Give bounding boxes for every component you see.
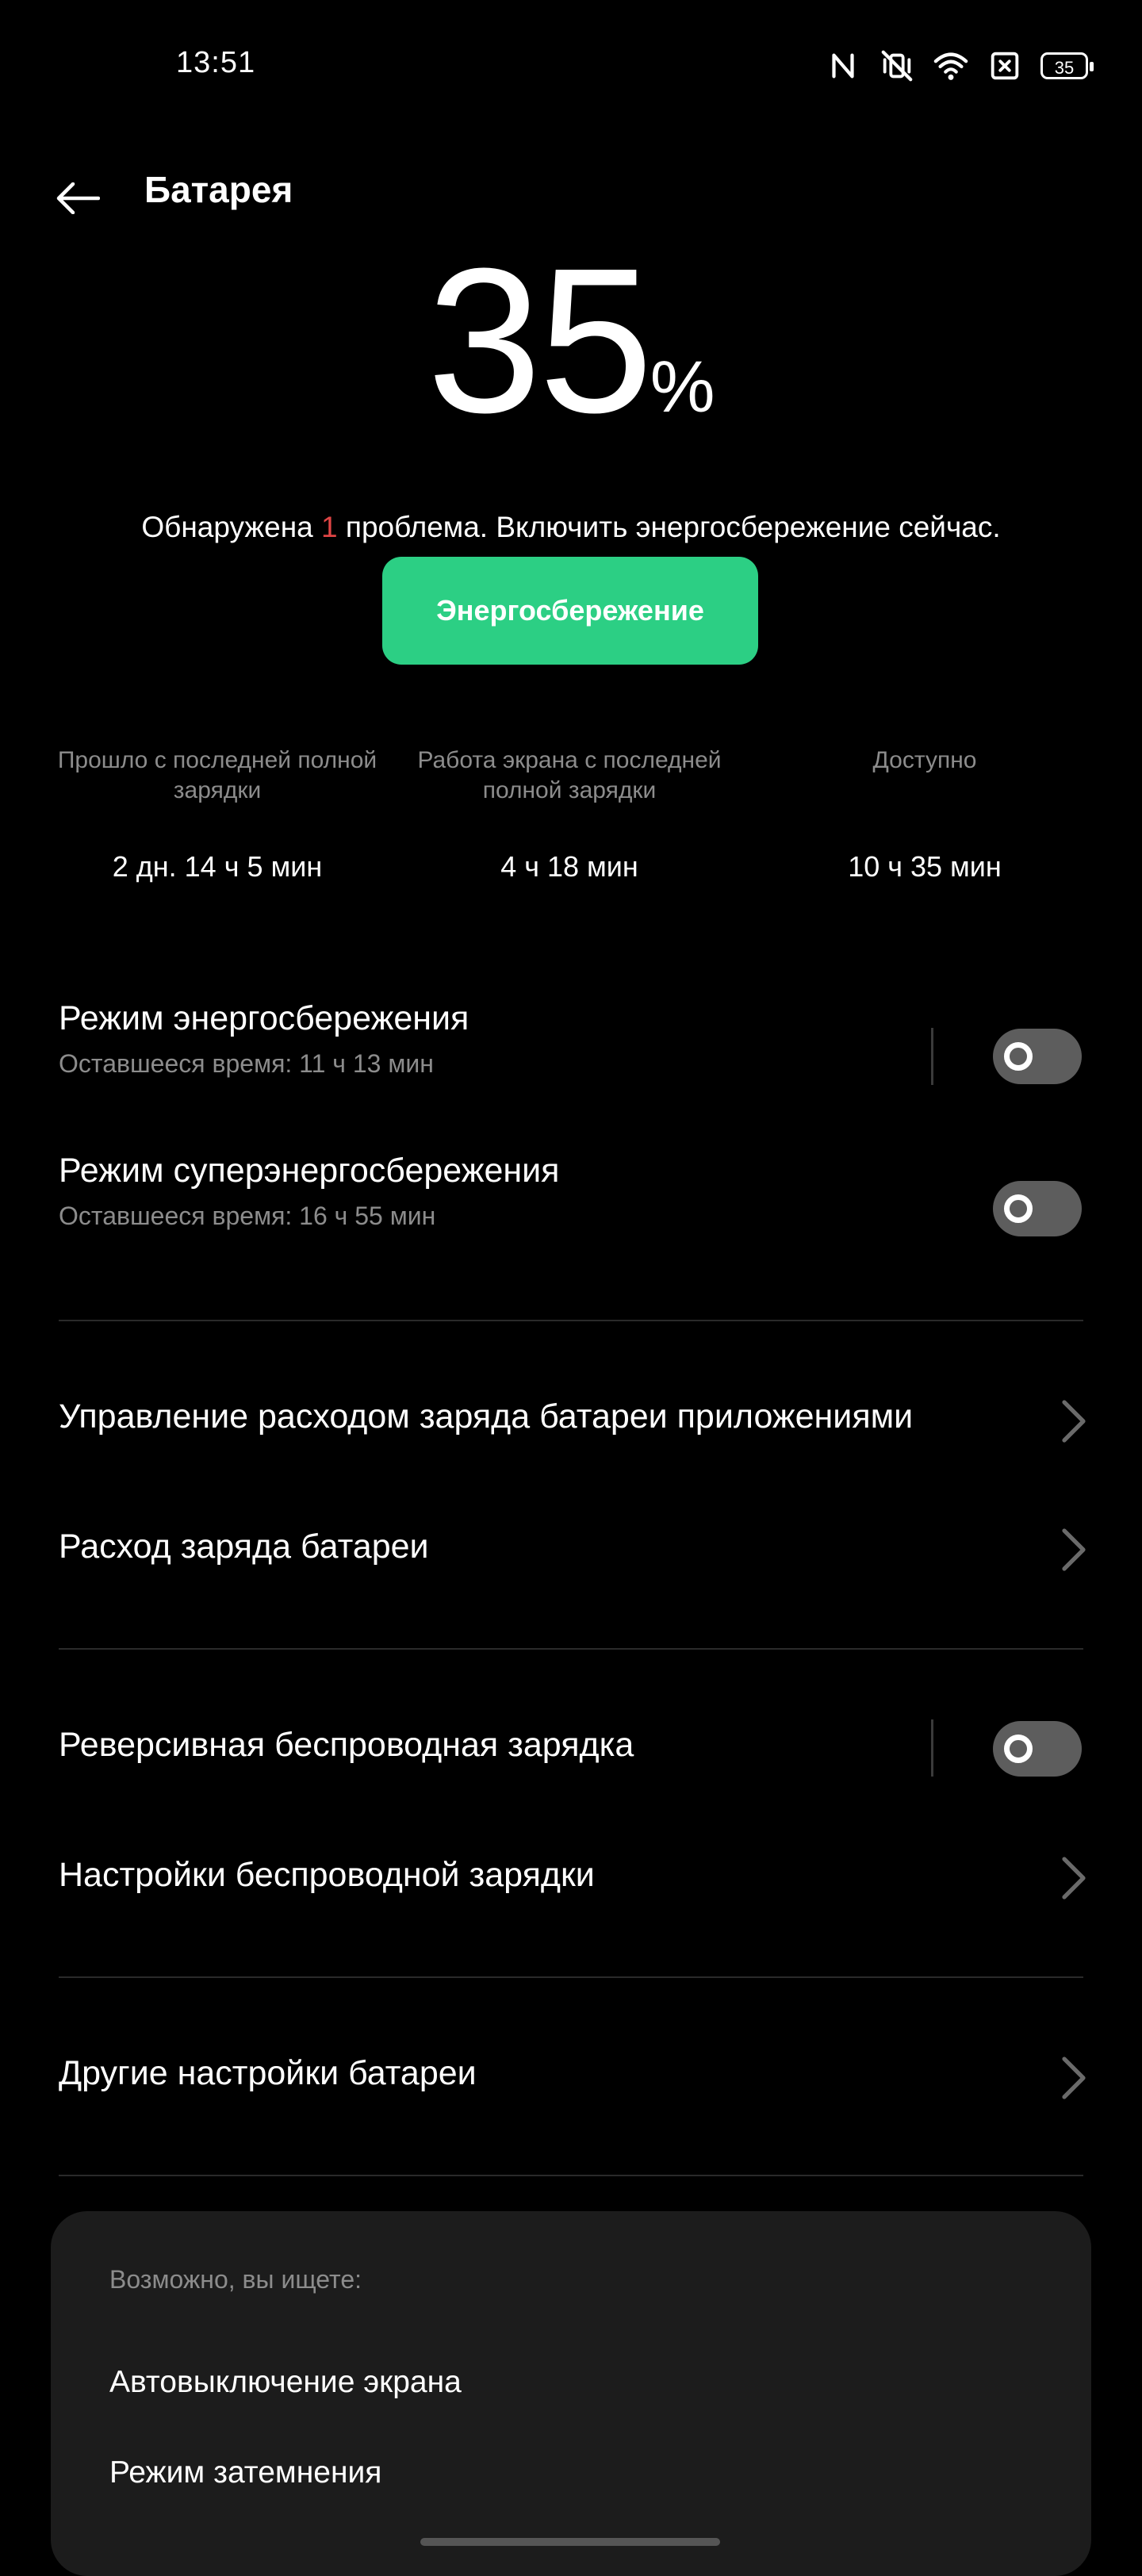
row-title: Расход заряда батареи <box>59 1528 429 1566</box>
row-title: Управление расходом заряда батареи прило… <box>59 1397 914 1436</box>
back-button[interactable] <box>46 167 109 230</box>
battery-icon: 35 <box>1040 52 1094 79</box>
problem-message: Обнаружена 1 проблема. Включить энергосб… <box>0 511 1142 544</box>
chevron-right-icon <box>1062 1528 1086 1571</box>
stat-available: Доступно 10 ч 35 мин <box>758 746 1091 884</box>
row-title: Другие настройки батареи <box>59 2054 477 2092</box>
other-battery-settings-row[interactable]: Другие настройки батареи <box>59 2054 1090 2102</box>
chevron-right-icon <box>1062 1857 1086 1899</box>
toggle-knob <box>1004 1194 1033 1223</box>
row-subtitle: Оставшееся время: 11 ч 13 мин <box>59 1049 434 1078</box>
toggle-knob <box>1004 1042 1033 1071</box>
toggle-knob <box>1004 1735 1033 1763</box>
row-divider <box>931 1028 933 1085</box>
row-divider <box>931 1719 933 1777</box>
nfc-icon <box>832 53 854 79</box>
suggestion-screen-timeout[interactable]: Автовыключение экрана <box>109 2365 462 2400</box>
home-indicator[interactable] <box>420 2538 720 2546</box>
super-power-saving-toggle[interactable] <box>993 1181 1082 1236</box>
power-saving-mode-toggle[interactable] <box>993 1029 1082 1084</box>
battery-percent: 35% <box>0 238 1142 444</box>
section-divider <box>59 1648 1083 1650</box>
stat-label: Доступно <box>872 747 977 773</box>
wireless-charging-settings-row[interactable]: Настройки беспроводной зарядки <box>59 1856 1090 1903</box>
suggestion-dimming-mode[interactable]: Режим затемнения <box>109 2455 381 2490</box>
row-title: Режим суперэнергосбережения <box>59 1152 560 1190</box>
stat-value: 2 дн. 14 ч 5 мин <box>112 850 323 883</box>
reverse-wireless-charging-row[interactable]: Реверсивная беспроводная зарядка <box>59 1726 915 1773</box>
wifi-icon <box>933 52 968 80</box>
no-sim-icon <box>991 52 1019 80</box>
row-title: Реверсивная беспроводная зарядка <box>59 1726 634 1764</box>
back-arrow-icon <box>56 182 100 214</box>
chevron-right-icon <box>1062 1400 1086 1443</box>
section-divider <box>59 1320 1083 1321</box>
stat-label: Работа экрана с последней полной зарядки <box>417 747 722 803</box>
reverse-wireless-charging-toggle[interactable] <box>993 1721 1082 1777</box>
suggestions-heading: Возможно, вы ищете: <box>109 2265 362 2294</box>
stat-screen-time: Работа экрана с последней полной зарядки… <box>403 746 736 884</box>
app-battery-management-row[interactable]: Управление расходом заряда батареи прило… <box>59 1397 1090 1445</box>
status-icons: 35 <box>825 46 1094 86</box>
problem-suffix: проблема. Включить энергосбережение сейч… <box>337 511 1001 543</box>
stat-since-full-charge: Прошло с последней полной зарядки 2 дн. … <box>51 746 384 884</box>
section-divider <box>59 2175 1083 2176</box>
section-divider <box>59 1976 1083 1978</box>
problem-prefix: Обнаружена <box>141 511 322 543</box>
row-subtitle: Оставшееся время: 16 ч 55 мин <box>59 1202 436 1230</box>
battery-percent-sign: % <box>650 347 715 427</box>
stat-value: 10 ч 35 мин <box>848 850 1002 883</box>
vibrate-mute-icon <box>881 50 913 82</box>
row-title: Режим энергосбережения <box>59 999 469 1037</box>
super-power-saving-row[interactable]: Режим суперэнергосбережения Оставшееся в… <box>59 1152 915 1263</box>
battery-percent-value: 35 <box>427 226 653 456</box>
status-time: 13:51 <box>176 46 256 79</box>
chevron-right-icon <box>1062 2057 1086 2099</box>
page-title: Батарея <box>144 169 293 210</box>
problem-count: 1 <box>321 511 338 543</box>
stat-value: 4 ч 18 мин <box>500 850 638 883</box>
row-title: Настройки беспроводной зарядки <box>59 1856 595 1894</box>
power-saving-mode-row[interactable]: Режим энергосбережения Оставшееся время:… <box>59 999 915 1110</box>
battery-usage-row[interactable]: Расход заряда батареи <box>59 1528 1090 1575</box>
stat-label: Прошло с последней полной зарядки <box>57 747 377 803</box>
power-saving-button[interactable]: Энергосбережение <box>382 557 758 665</box>
